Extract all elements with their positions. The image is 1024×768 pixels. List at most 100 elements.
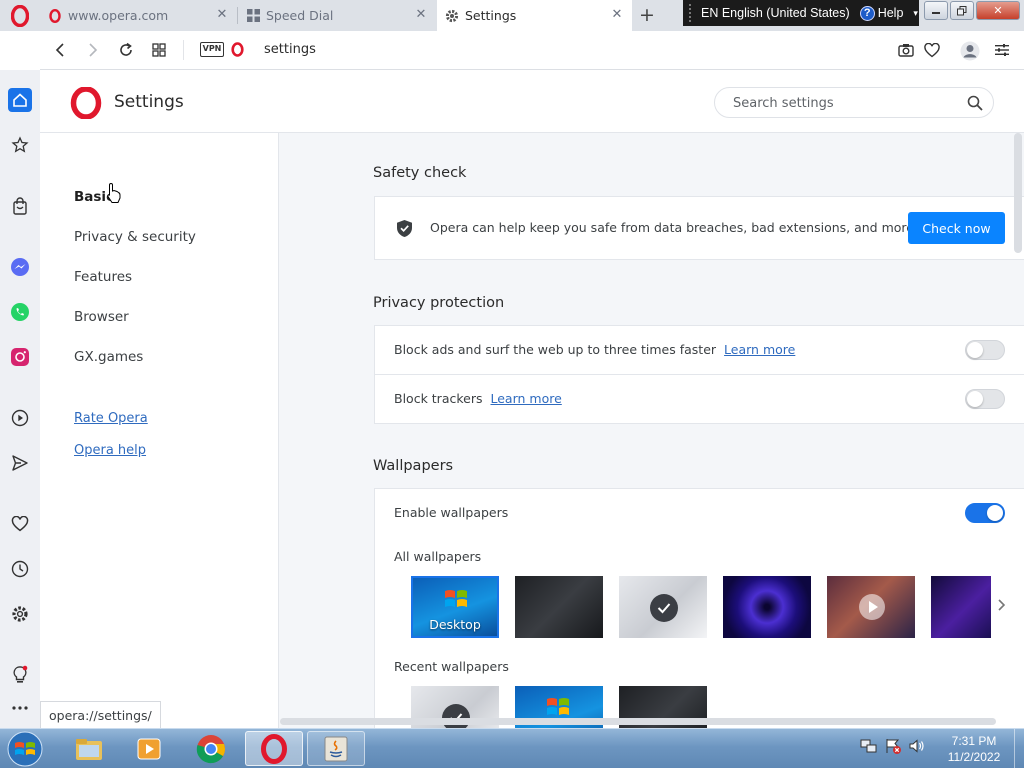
media-player-icon: [137, 738, 161, 759]
language-bar[interactable]: EN English (United States) ? Help ▾: [683, 0, 919, 26]
block-trackers-toggle[interactable]: [965, 389, 1005, 409]
tab-title: Settings: [465, 8, 517, 23]
reload-icon: [120, 42, 132, 56]
nav-item-privacy-security[interactable]: Privacy & security: [74, 229, 196, 245]
taskbar-clock[interactable]: 7:31 PM 11/2/2022: [934, 733, 1014, 765]
close-tab-icon[interactable]: ✕: [610, 8, 624, 22]
vpn-badge[interactable]: VPN: [200, 42, 224, 57]
sidebar-item-tips[interactable]: [8, 663, 32, 687]
show-desktop-button[interactable]: [1014, 729, 1024, 768]
easy-setup-button[interactable]: [992, 40, 1012, 60]
help-label[interactable]: Help: [878, 6, 904, 20]
action-center-icon[interactable]: [884, 737, 902, 755]
tab-opera-com[interactable]: www.opera.com ✕: [40, 0, 237, 31]
close-icon: ✕: [993, 4, 1003, 17]
horizontal-scrollbar[interactable]: [280, 718, 996, 725]
block-ads-label: Block ads and surf the web up to three t…: [394, 342, 717, 357]
restore-button[interactable]: [950, 1, 974, 20]
url-field[interactable]: settings: [264, 42, 316, 57]
minimize-button[interactable]: [924, 1, 948, 20]
tab-speed-dial[interactable]: Speed Dial ✕: [238, 0, 436, 31]
language-label[interactable]: EN English (United States): [701, 6, 850, 20]
sidebar-item-history[interactable]: [8, 557, 32, 581]
snapshot-button[interactable]: [896, 40, 916, 60]
minimize-icon: [932, 11, 940, 14]
sidebar-item-player[interactable]: [8, 406, 32, 430]
sidebar-item-home[interactable]: [8, 88, 32, 112]
sidebar-item-speed-dial[interactable]: [8, 133, 32, 157]
bookmark-button[interactable]: [922, 40, 942, 60]
chevron-right-icon[interactable]: [996, 598, 1006, 616]
search-icon[interactable]: [967, 95, 983, 115]
help-icon[interactable]: ?: [859, 5, 875, 21]
new-tab-button[interactable]: +: [637, 6, 657, 26]
network-icon[interactable]: [860, 737, 878, 755]
reload-button[interactable]: [116, 40, 136, 60]
play-icon: [859, 594, 885, 620]
whatsapp-icon: [11, 303, 29, 321]
close-tab-icon[interactable]: ✕: [215, 8, 229, 22]
block-ads-toggle[interactable]: [965, 340, 1005, 360]
more-icon: [12, 706, 28, 710]
all-wallpapers-label: All wallpapers: [394, 549, 482, 564]
nav-item-features[interactable]: Features: [74, 269, 132, 285]
safety-check-title: Safety check: [373, 165, 467, 181]
nav-item-gx-games[interactable]: GX.games: [74, 349, 143, 365]
sidebar-item-whatsapp[interactable]: [8, 300, 32, 324]
opera-icon: [261, 733, 287, 764]
sidebar-item-bookmarks[interactable]: [8, 512, 32, 536]
tiles-button[interactable]: [149, 40, 169, 60]
search-input[interactable]: [733, 94, 953, 112]
close-window-button[interactable]: ✕: [976, 1, 1020, 20]
block-ads-row: Block ads and surf the web up to three t…: [394, 342, 795, 357]
taskbar-media-player[interactable]: [120, 731, 178, 766]
recent-wallpapers-label: Recent wallpapers: [394, 659, 509, 674]
opera-help-link[interactable]: Opera help: [74, 443, 146, 458]
sidebar-item-flow[interactable]: [8, 451, 32, 475]
back-button[interactable]: [50, 40, 70, 60]
taskbar-chrome[interactable]: [182, 731, 240, 766]
home-icon: [13, 93, 27, 107]
chrome-icon: [196, 734, 225, 763]
address-bar: VPN settings: [40, 31, 1024, 70]
divider: [183, 40, 184, 60]
sidebar-item-shopping[interactable]: [8, 194, 32, 218]
taskbar-java[interactable]: [307, 731, 365, 766]
nav-item-browser[interactable]: Browser: [74, 309, 129, 325]
learn-more-link[interactable]: Learn more: [491, 391, 562, 406]
forward-button[interactable]: [83, 40, 103, 60]
rate-opera-link[interactable]: Rate Opera: [74, 411, 148, 426]
taskbar-opera[interactable]: [245, 731, 303, 766]
shopping-bag-icon: [13, 197, 27, 215]
vertical-scrollbar[interactable]: [1014, 133, 1022, 253]
system-tray: [860, 737, 926, 755]
profile-button[interactable]: [959, 40, 981, 62]
check-now-button[interactable]: Check now: [908, 212, 1005, 244]
sidebar-more-button[interactable]: [8, 696, 32, 720]
wallpaper-dark[interactable]: [515, 576, 603, 638]
taskbar-explorer[interactable]: [60, 731, 118, 766]
sidebar-item-instagram[interactable]: [8, 345, 32, 369]
wallpaper-neon[interactable]: [931, 576, 991, 638]
start-button[interactable]: [3, 730, 47, 768]
volume-icon[interactable]: [908, 737, 926, 755]
enable-wallpapers-toggle[interactable]: [965, 503, 1005, 523]
wallpaper-light[interactable]: [619, 576, 707, 638]
learn-more-link[interactable]: Learn more: [724, 342, 795, 357]
opera-menu-button[interactable]: [0, 0, 40, 31]
clock-time: 7:31 PM: [951, 734, 997, 748]
chevron-down-icon[interactable]: ▾: [913, 8, 918, 19]
instagram-icon: [11, 348, 29, 366]
sidebar-item-settings[interactable]: [8, 602, 32, 626]
wallpaper-purple[interactable]: [723, 576, 811, 638]
search-settings[interactable]: [714, 87, 994, 118]
privacy-protection-title: Privacy protection: [373, 295, 505, 311]
tab-settings[interactable]: Settings ✕: [437, 0, 632, 31]
messenger-icon: [11, 258, 29, 276]
close-tab-icon[interactable]: ✕: [414, 8, 428, 22]
wallpaper-desktop[interactable]: Desktop: [411, 576, 499, 638]
sidebar-item-messenger[interactable]: [8, 255, 32, 279]
block-trackers-label: Block trackers: [394, 391, 483, 406]
back-icon: [55, 43, 64, 57]
wallpaper-video[interactable]: [827, 576, 915, 638]
